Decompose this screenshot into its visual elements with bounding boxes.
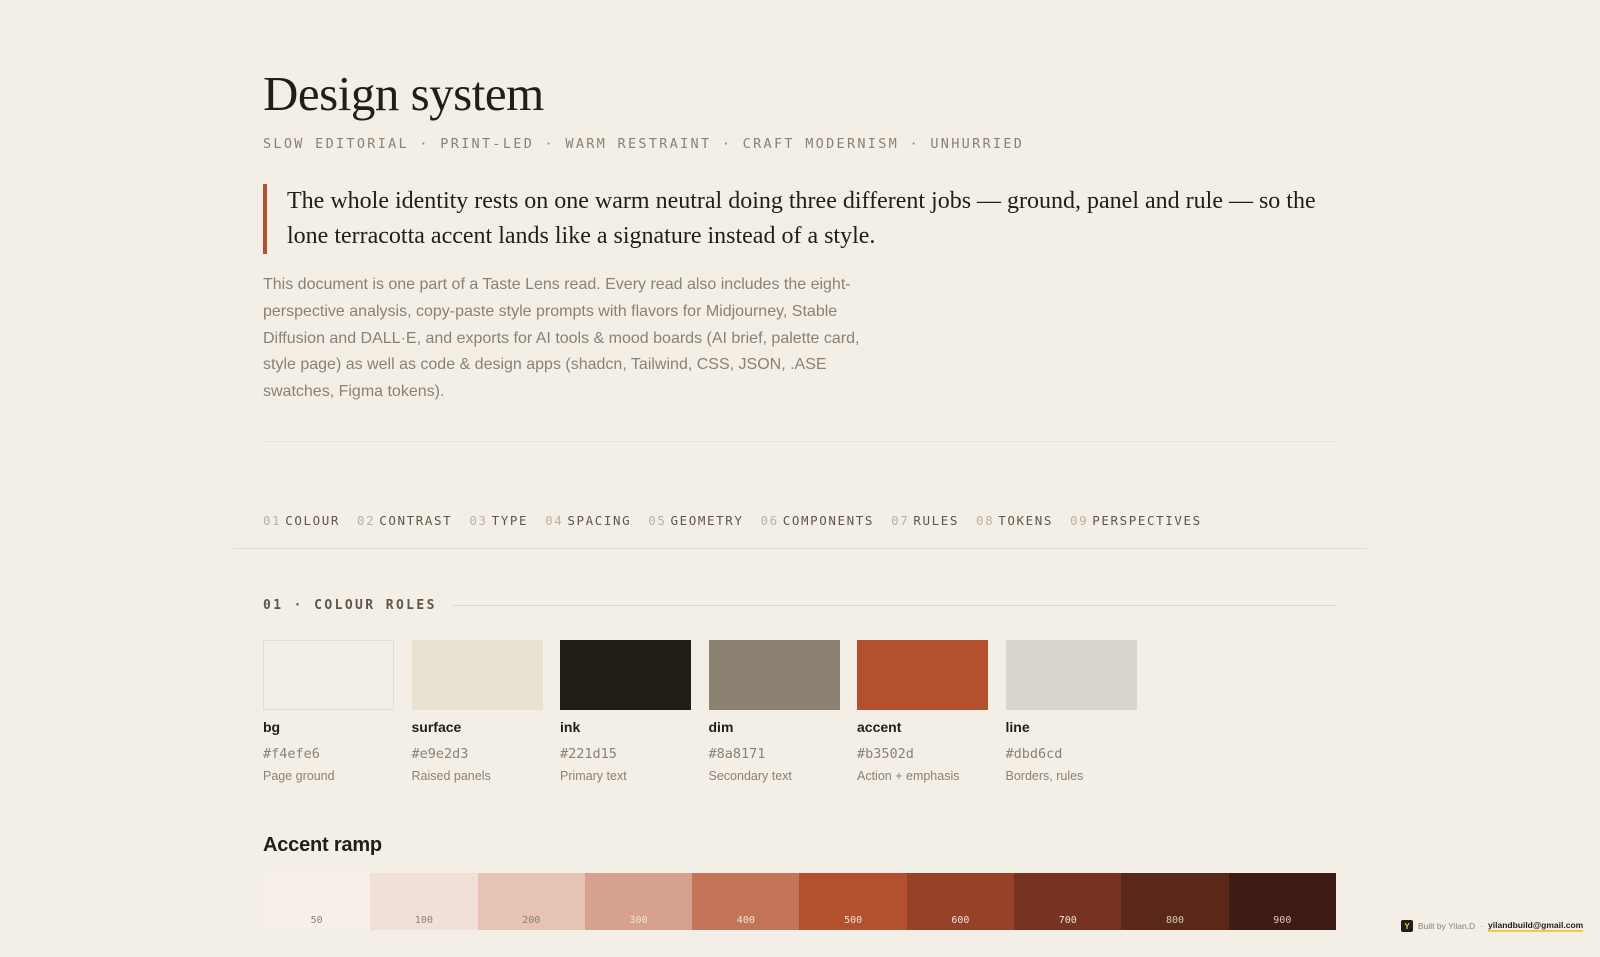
swatch-hex: #f4efe6 [263,746,320,762]
nav-item-number: 01 [263,513,282,528]
swatch-name: ink [560,719,581,735]
ramp-step-label: 200 [522,915,541,926]
nav-item-type[interactable]: 03 TYPE [469,513,528,528]
nav-item-label: COMPONENTS [782,513,875,528]
swatch-hex: #e9e2d3 [411,746,469,762]
swatch-role: Primary text [560,769,627,783]
intro-paragraph: This document is one part of a Taste Len… [263,276,860,401]
ramp-step-label: 600 [951,915,970,926]
nav-item-label: PERSPECTIVES [1092,513,1202,528]
swatch-chip [411,640,543,710]
colour-swatches: bg #f4efe6 Page ground surface #e9e2d3 Raised… [263,640,1154,784]
ramp-step-400[interactable]: 400 [692,873,800,930]
swatch-role: Borders, rules [1005,769,1084,783]
nav-item-perspectives[interactable]: 09 PERSPECTIVES [1070,513,1202,528]
ramp-step-label: 300 [629,915,648,926]
page-tagline: SLOW EDITORIAL · PRINT-LED · WARM RESTRA… [263,136,1025,152]
ramp-step-600[interactable]: 600 [906,873,1015,930]
page-title: Design system [263,66,544,121]
swatch-role: Action + emphasis [857,769,960,783]
credit-badge: Y Built by Yilan.D · yilandbuild@gmail.c… [1401,920,1584,932]
nav-item-number: 02 [357,513,376,528]
ramp-step-label: 400 [736,915,755,926]
swatch-chip [263,640,394,710]
nav-item-label: GEOMETRY [670,513,744,528]
nav-item-contrast[interactable]: 02 CONTRAST [357,513,452,528]
ramp-step-900[interactable]: 900 [1228,873,1336,930]
swatch-name: bg [263,719,281,735]
swatch-name: surface [411,719,462,735]
swatch-name: line [1005,719,1030,735]
swatch-chip [857,640,988,710]
nav-item-components[interactable]: 06 COMPONENTS [761,513,875,528]
swatch-hex: #b3502d [857,746,914,762]
nav-item-number: 03 [469,513,488,528]
swatch-accent[interactable]: accent #b3502d Action + emphasis [857,640,988,784]
nav-item-rules[interactable]: 07 RULES [891,513,959,528]
swatch-hex: #221d15 [560,746,617,762]
ramp-step-800[interactable]: 800 [1121,873,1229,930]
nav-item-number: 04 [545,513,564,528]
credit-separator: · [1480,921,1484,931]
nav-item-number: 08 [975,513,995,528]
credit-email-link[interactable]: yilandbuild@gmail.com [1488,920,1584,932]
swatch-name: accent [857,719,902,735]
ramp-step-50[interactable]: 50 [263,873,371,930]
nav-item-colour[interactable]: 01 COLOUR [263,513,340,528]
swatch-hex: #dbd6cd [1005,746,1063,762]
nav-item-number: 09 [1070,513,1089,528]
nav-item-label: RULES [913,513,959,528]
logo-icon: Y [1401,920,1413,932]
nav-item-label: CONTRAST [379,513,453,528]
nav-item-number: 06 [760,513,779,528]
swatch-role: Page ground [263,769,335,783]
nav-item-number: 05 [648,513,667,528]
swatch-line[interactable]: line #dbd6cd Borders, rules [1005,640,1137,784]
swatch-role: Secondary text [708,769,792,783]
swatch-chip [560,640,691,710]
section-nav: 01 COLOUR 02 CONTRAST 03 TYPE 04 SPACING 05 GEOME… [263,513,1219,528]
nav-item-label: COLOUR [285,513,341,528]
swatch-chip [708,640,840,710]
swatch-bg[interactable]: bg #f4efe6 Page ground [263,640,394,784]
ramp-step-100[interactable]: 100 [370,873,478,930]
ramp-step-300[interactable]: 300 [584,873,693,930]
pull-quote: The whole identity rests on one warm neu… [263,184,1336,254]
ramp-step-200[interactable]: 200 [477,873,585,930]
ramp-step-500[interactable]: 500 [799,873,907,930]
nav-divider [233,548,1367,549]
nav-item-spacing[interactable]: 04 SPACING [545,513,631,528]
ramp-step-label: 800 [1165,915,1185,926]
nav-item-label: TYPE [491,513,529,528]
ramp-step-label: 50 [310,915,323,926]
ramp-step-label: 100 [414,915,433,926]
swatch-dim[interactable]: dim #8a8171 Secondary text [708,640,840,784]
swatch-surface[interactable]: surface #e9e2d3 Raised panels [411,640,543,784]
swatch-ink[interactable]: ink #221d15 Primary text [560,640,691,784]
nav-item-number: 07 [891,513,910,528]
ramp-step-label: 900 [1273,915,1292,926]
section-label: 01 · COLOUR ROLES [263,598,437,613]
ramp-step-label: 500 [844,915,863,926]
swatch-chip [1005,640,1137,710]
credit-text: Built by Yilan.D [1418,921,1476,931]
accent-ramp-title: Accent ramp [263,834,382,856]
nav-item-geometry[interactable]: 05 GEOMETRY [648,513,743,528]
accent-ramp: 50 100 200 300 400 500 600 700 800 900 [263,873,1336,930]
ramp-step-label: 700 [1058,915,1077,926]
nav-item-label: TOKENS [998,513,1053,528]
swatch-hex: #8a8171 [708,746,766,762]
swatch-name: dim [708,719,734,735]
swatch-role: Raised panels [411,769,491,783]
divider [263,441,1336,442]
colour-roles-header: 01 · COLOUR ROLES [263,598,1336,613]
nav-item-label: SPACING [567,513,632,528]
ramp-step-700[interactable]: 700 [1014,873,1122,930]
section-rule [452,605,1336,606]
nav-item-tokens[interactable]: 08 TOKENS [976,513,1053,528]
